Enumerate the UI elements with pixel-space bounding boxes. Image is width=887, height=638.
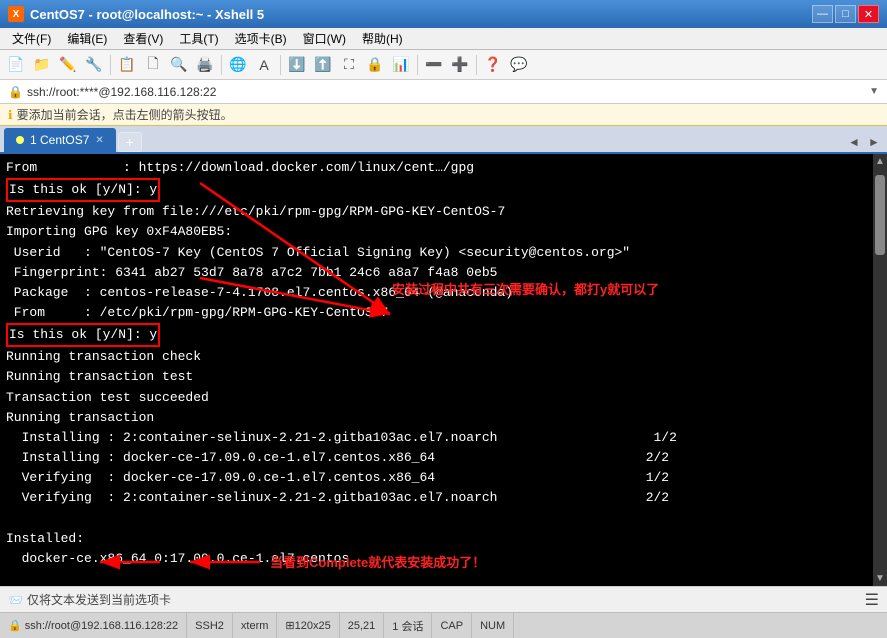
sep5 — [476, 55, 477, 75]
app-icon: X — [8, 6, 24, 22]
terminal-output: From : https://download.docker.com/linux… — [0, 154, 887, 586]
sep1 — [110, 55, 111, 75]
connect-button[interactable]: 🌐 — [226, 53, 250, 77]
tab-navigation: ◄ ► — [845, 132, 883, 152]
print-button[interactable]: 🖨️ — [193, 53, 217, 77]
tab-label: 1 CentOS7 — [30, 133, 89, 147]
dimension-icon: ⊞ — [285, 619, 294, 632]
address-dropdown-icon[interactable]: ▼ — [869, 86, 879, 97]
status-dimensions: ⊞ 120x25 — [277, 613, 339, 638]
menu-file[interactable]: 文件(F) — [4, 28, 59, 49]
terminal-line: Installing : 2:container-selinux-2.21-2.… — [6, 428, 871, 448]
address-text[interactable]: ssh://root:****@192.168.116.128:22 — [27, 85, 216, 99]
menu-edit[interactable]: 编辑(E) — [59, 28, 115, 49]
title-bar: X CentOS7 - root@localhost:~ - Xshell 5 … — [0, 0, 887, 28]
status-caps: CAP — [432, 613, 472, 638]
send-icon: 📨 — [8, 593, 23, 607]
paste-button[interactable]: 🗋 — [141, 53, 165, 77]
sessions-button[interactable]: 📊 — [389, 53, 413, 77]
terminal-scrollbar[interactable]: ▲ ▼ — [873, 154, 887, 586]
status-encoding: xterm — [233, 613, 278, 638]
tab-close-icon[interactable]: ✕ — [95, 135, 103, 146]
menu-tab[interactable]: 选项卡(B) — [227, 28, 295, 49]
sep2 — [221, 55, 222, 75]
tab-status-indicator — [16, 136, 24, 144]
copy-button[interactable]: 📋 — [115, 53, 139, 77]
terminal-line: From : /etc/pki/rpm-gpg/RPM-GPG-KEY-Cent… — [6, 303, 871, 323]
menu-window[interactable]: 窗口(W) — [295, 28, 354, 49]
terminal-line — [6, 569, 871, 586]
terminal-line-highlight2: Is this ok [y/N]: y — [6, 323, 871, 347]
terminal-line: Running transaction check — [6, 347, 871, 367]
sep3 — [280, 55, 281, 75]
terminal-line: Package : centos-release-7-4.1708.el7.ce… — [6, 283, 871, 303]
status-lock-icon: 🔒 — [8, 619, 22, 632]
terminal-line: Installed: — [6, 529, 871, 549]
new-session-button[interactable]: 📄 — [4, 53, 28, 77]
add-tab-button[interactable]: + — [118, 132, 142, 152]
window-title: CentOS7 - root@localhost:~ - Xshell 5 — [30, 7, 812, 22]
search-button[interactable]: 🔍 — [167, 53, 191, 77]
menu-tools[interactable]: 工具(T) — [171, 28, 226, 49]
lock-button[interactable]: 🔒 — [363, 53, 387, 77]
terminal-line: Installing : docker-ce-17.09.0.ce-1.el7.… — [6, 448, 871, 468]
terminal-line: Fingerprint: 6341 ab27 53d7 8a78 a7c2 7b… — [6, 263, 871, 283]
send-bar-text: 仅将文本发送到当前选项卡 — [27, 591, 171, 608]
window-controls: — □ ✕ — [812, 5, 879, 23]
maximize-button[interactable]: □ — [835, 5, 856, 23]
font-button[interactable]: A — [252, 53, 276, 77]
status-connection-text: ssh://root@192.168.116.128:22 — [25, 620, 178, 632]
menu-view[interactable]: 查看(V) — [115, 28, 171, 49]
terminal-line: Importing GPG key 0xF4A80EB5: — [6, 222, 871, 242]
status-position: 25,21 — [340, 613, 385, 638]
close-button[interactable]: ✕ — [858, 5, 879, 23]
minimize-button[interactable]: — — [812, 5, 833, 23]
info-icon: ℹ — [8, 108, 13, 122]
scrollbar-thumb[interactable] — [875, 175, 885, 255]
terminal-line: Running transaction — [6, 408, 871, 428]
terminal-area[interactable]: From : https://download.docker.com/linux… — [0, 154, 887, 586]
terminal-line: Running transaction test — [6, 367, 871, 387]
terminal-line: Verifying : 2:container-selinux-2.21-2.g… — [6, 488, 871, 508]
send-bar-menu-icon[interactable]: ☰ — [865, 590, 879, 610]
zoom-in-button[interactable]: ➕ — [448, 53, 472, 77]
transfer1-button[interactable]: ⬇️ — [285, 53, 309, 77]
properties-button[interactable]: 🔧 — [82, 53, 106, 77]
session-tab-centos7[interactable]: 1 CentOS7 ✕ — [4, 128, 116, 152]
status-connection: 🔒 ssh://root@192.168.116.128:22 — [8, 613, 187, 638]
tab-bar: 1 CentOS7 ✕ + ◄ ► — [0, 126, 887, 154]
toolbar: 📄 📁 ✏️ 🔧 📋 🗋 🔍 🖨️ 🌐 A ⬇️ ⬆️ ⛶ 🔒 📊 ➖ ➕ ❓ … — [0, 50, 887, 80]
menu-help[interactable]: 帮助(H) — [354, 28, 411, 49]
info-text: 要添加当前会话，点击左侧的箭头按钮。 — [17, 106, 233, 123]
terminal-line: Userid : "CentOS-7 Key (CentOS 7 Officia… — [6, 243, 871, 263]
status-bar: 🔒 ssh://root@192.168.116.128:22 SSH2 xte… — [0, 612, 887, 638]
info-bar: ℹ 要添加当前会话，点击左侧的箭头按钮。 — [0, 104, 887, 126]
open-button[interactable]: 📁 — [30, 53, 54, 77]
send-bar: 📨 仅将文本发送到当前选项卡 ☰ — [0, 586, 887, 612]
edit-button[interactable]: ✏️ — [56, 53, 80, 77]
status-protocol: SSH2 — [187, 613, 233, 638]
status-sessions: 1 会话 — [384, 613, 432, 638]
transfer2-button[interactable]: ⬆️ — [311, 53, 335, 77]
fullscreen-button[interactable]: ⛶ — [337, 53, 361, 77]
terminal-line: Verifying : docker-ce-17.09.0.ce-1.el7.c… — [6, 468, 871, 488]
terminal-line: Retrieving key from file:///etc/pki/rpm-… — [6, 202, 871, 222]
terminal-line: docker-ce.x86_64 0:17.09.0.ce-1.el7.cent… — [6, 549, 871, 569]
terminal-line-highlight1: Is this ok [y/N]: y — [6, 178, 871, 202]
terminal-line: From : https://download.docker.com/linux… — [6, 158, 871, 178]
tab-prev-button[interactable]: ◄ — [845, 132, 863, 152]
tab-next-button[interactable]: ► — [865, 132, 883, 152]
menu-bar: 文件(F) 编辑(E) 查看(V) 工具(T) 选项卡(B) 窗口(W) 帮助(… — [0, 28, 887, 50]
lock-icon: 🔒 — [8, 85, 23, 99]
terminal-line: Transaction test succeeded — [6, 388, 871, 408]
zoom-out-button[interactable]: ➖ — [422, 53, 446, 77]
sep4 — [417, 55, 418, 75]
dimension-text: 120x25 — [295, 620, 331, 632]
status-num: NUM — [472, 613, 514, 638]
terminal-line — [6, 508, 871, 528]
address-bar: 🔒 ssh://root:****@192.168.116.128:22 ▼ — [0, 80, 887, 104]
chat-button[interactable]: 💬 — [507, 53, 531, 77]
help-button[interactable]: ❓ — [481, 53, 505, 77]
